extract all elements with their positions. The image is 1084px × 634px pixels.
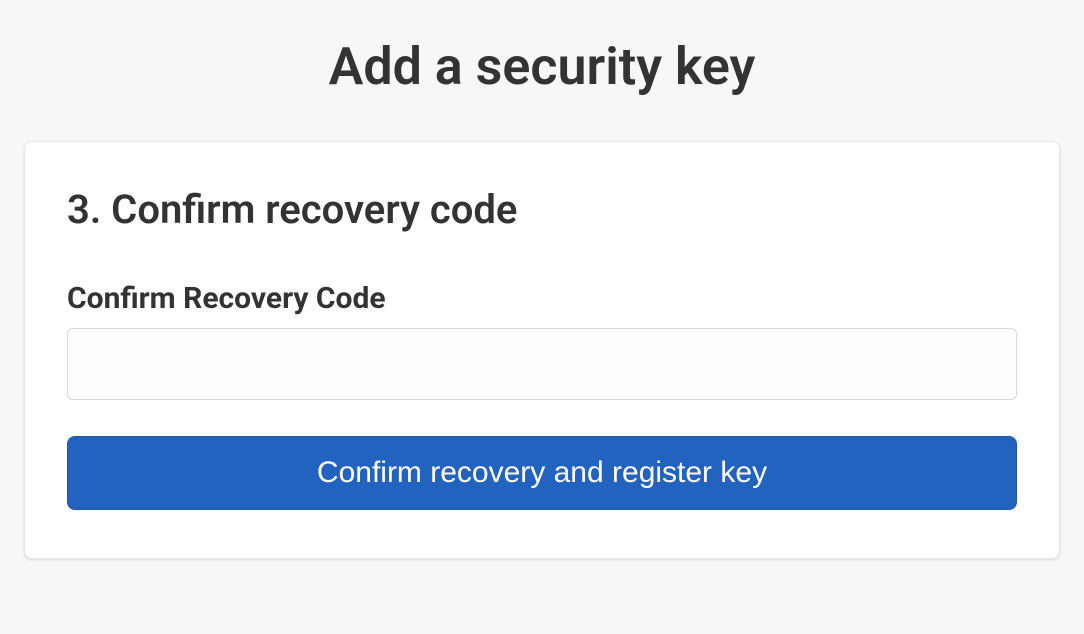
step-card: 3. Confirm recovery code Confirm Recover… [24, 141, 1060, 559]
recovery-code-input[interactable] [67, 328, 1017, 400]
page-title: Add a security key [0, 0, 1084, 141]
recovery-code-label: Confirm Recovery Code [67, 281, 1017, 316]
step-heading: 3. Confirm recovery code [67, 186, 1017, 233]
confirm-register-button[interactable]: Confirm recovery and register key [67, 436, 1017, 510]
